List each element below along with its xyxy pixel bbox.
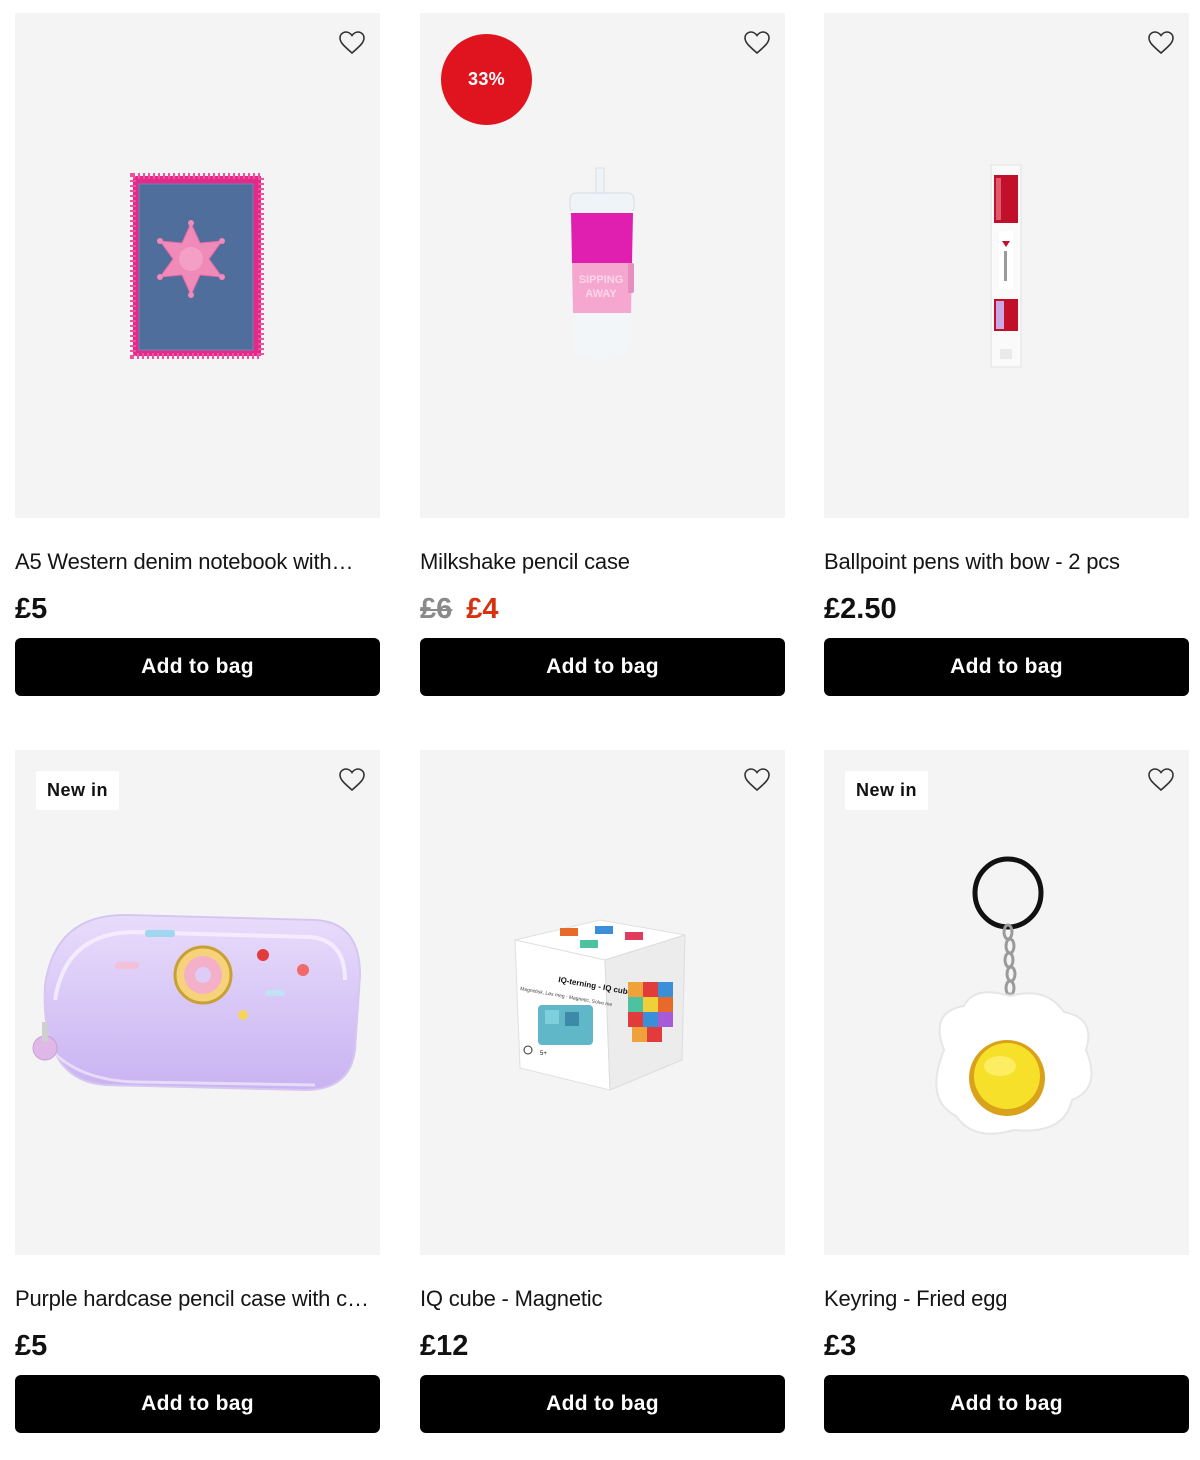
product-image-area[interactable]: New in <box>824 750 1189 1255</box>
product-name[interactable]: IQ cube - Magnetic <box>420 1286 785 1312</box>
product-card[interactable]: A5 Western denim notebook with… £5 Add t… <box>15 13 380 696</box>
add-to-bag-button[interactable]: Add to bag <box>824 638 1189 696</box>
product-image-area[interactable]: New in <box>15 750 380 1255</box>
fried-egg-keyring-image <box>935 856 1093 1135</box>
price-row: £2.50 <box>824 592 1189 626</box>
product-grid: A5 Western denim notebook with… £5 Add t… <box>0 0 1200 1460</box>
price-row: £5 <box>15 592 380 626</box>
price-row: £12 <box>420 1329 785 1363</box>
price-row: £5 <box>15 1329 380 1363</box>
svg-text:AWAY: AWAY <box>585 288 617 300</box>
product-card[interactable]: New in Purple hardcase pencil case with … <box>15 750 380 1433</box>
purple-pencil-case-image <box>32 913 362 1092</box>
ballpoint-pens-image <box>990 164 1022 368</box>
product-price: £5 <box>15 1329 48 1362</box>
product-card[interactable]: New in Keyring - Fried egg £3 Add to bag <box>824 750 1189 1433</box>
product-price: £3 <box>824 1329 857 1362</box>
wishlist-heart-icon[interactable] <box>743 29 771 57</box>
product-image-area[interactable] <box>15 13 380 518</box>
product-name[interactable]: Keyring - Fried egg <box>824 1286 1189 1312</box>
discount-badge: 33% <box>441 34 532 125</box>
product-name[interactable]: Milkshake pencil case <box>420 549 785 575</box>
product-name[interactable]: Ballpoint pens with bow - 2 pcs <box>824 549 1189 575</box>
product-image-area[interactable]: SIPPING AWAY 33% <box>420 13 785 518</box>
product-price: £5 <box>15 592 48 625</box>
wishlist-heart-icon[interactable] <box>338 766 366 794</box>
add-to-bag-button[interactable]: Add to bag <box>420 638 785 696</box>
product-card[interactable]: SIPPING AWAY 33% Milkshake pencil case £… <box>420 13 785 696</box>
add-to-bag-button[interactable]: Add to bag <box>824 1375 1189 1433</box>
old-price: £6 <box>420 592 453 625</box>
new-in-badge: New in <box>845 771 929 810</box>
product-image-area[interactable]: IQ-terning - IQ cube Magnetisk, Løs meg … <box>420 750 785 1255</box>
add-to-bag-button[interactable]: Add to bag <box>15 638 380 696</box>
product-name[interactable]: Purple hardcase pencil case with can… <box>15 1286 380 1312</box>
add-to-bag-button[interactable]: Add to bag <box>15 1375 380 1433</box>
price-row: £6 £4 <box>420 592 785 626</box>
svg-text:SIPPING: SIPPING <box>579 274 624 286</box>
wishlist-heart-icon[interactable] <box>743 766 771 794</box>
new-in-badge: New in <box>36 771 120 810</box>
add-to-bag-button[interactable]: Add to bag <box>420 1375 785 1433</box>
svg-text:5+: 5+ <box>540 1051 547 1057</box>
product-name[interactable]: A5 Western denim notebook with… <box>15 549 380 575</box>
wishlist-heart-icon[interactable] <box>1147 766 1175 794</box>
iq-cube-image: IQ-terning - IQ cube Magnetisk, Løs meg … <box>514 919 686 1091</box>
wishlist-heart-icon[interactable] <box>1147 29 1175 57</box>
product-price: £12 <box>420 1329 469 1362</box>
wishlist-heart-icon[interactable] <box>338 29 366 57</box>
denim-notebook-image <box>130 173 264 359</box>
sale-price: £4 <box>466 592 499 625</box>
product-image-area[interactable] <box>824 13 1189 518</box>
product-card[interactable]: Ballpoint pens with bow - 2 pcs £2.50 Ad… <box>824 13 1189 696</box>
price-row: £3 <box>824 1329 1189 1363</box>
product-card[interactable]: IQ-terning - IQ cube Magnetisk, Løs meg … <box>420 750 785 1433</box>
product-price: £2.50 <box>824 592 897 625</box>
